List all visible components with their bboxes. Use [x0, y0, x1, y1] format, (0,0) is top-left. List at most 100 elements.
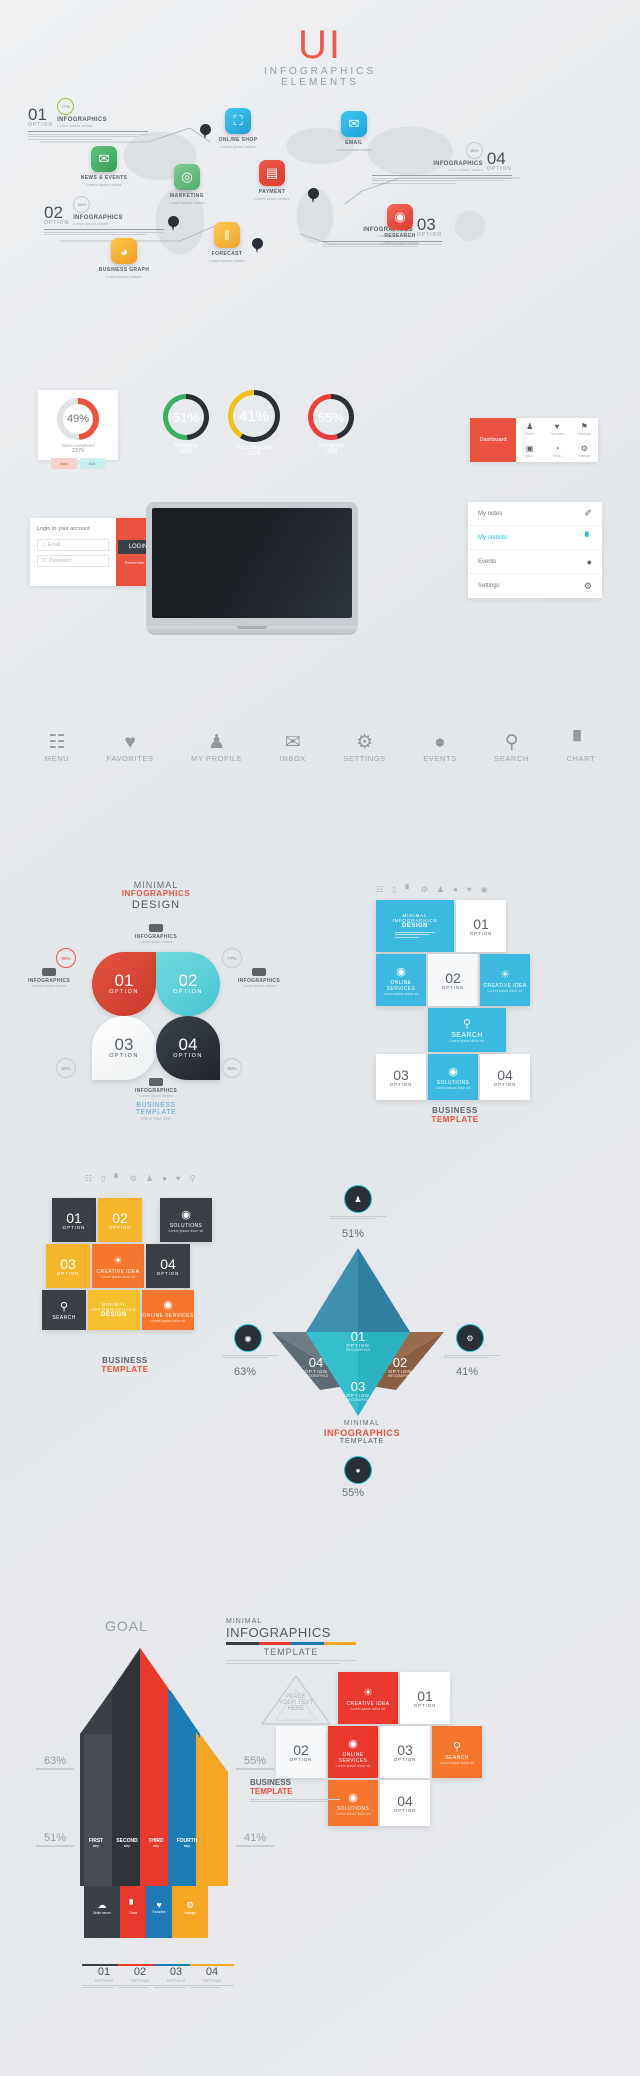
user-icon[interactable]: ♟: [437, 885, 444, 894]
map-icon-marketing[interactable]: ◎ MARKETING Lorem ipsum dolore: [155, 164, 219, 205]
icon-desc: Lorem ipsum dolore: [106, 274, 142, 279]
blue-tile-search[interactable]: ⚲ SEARCH Lorem ipsum dolor sit: [428, 1008, 506, 1052]
music-icon: ◔: [554, 444, 560, 453]
heart-icon[interactable]: ♥: [467, 885, 472, 894]
map-icon-business-graph[interactable]: ◕ BUSINESS GRAPH Lorem ipsum dolore: [92, 238, 156, 279]
clock-icon[interactable]: ◉: [481, 885, 488, 894]
map-icon-research[interactable]: ◉ RESEARCH Lorem ipsum dolore: [368, 204, 432, 245]
tasks-card: 49% Tasks completed 2376 Add Edit: [38, 390, 118, 469]
diamond-badge-left[interactable]: ◉: [234, 1324, 262, 1352]
orange-tile-02[interactable]: 02 OPTION: [276, 1726, 326, 1778]
donut-value: 51%: [168, 399, 204, 435]
tile-label: OPTION: [469, 930, 493, 936]
dashboard-tile-inbox[interactable]: ▣ Inbox: [516, 440, 543, 462]
map-pin[interactable]: [168, 216, 179, 231]
navbar-item-chart[interactable]: ▘ CHART: [567, 733, 596, 764]
map-icon-forecast[interactable]: ‖ FORECAST Lorem ipsum dolore: [195, 222, 259, 263]
pie-chart-icon: ◕: [111, 238, 137, 264]
map-icon-news-events[interactable]: ✉ NEWS & EVENTS Lorem ipsum dolore: [72, 146, 136, 187]
menu-label: Settings: [478, 583, 500, 589]
blue-tile-04[interactable]: 04 OPTION: [480, 1054, 530, 1100]
card-buttons: Add Edit: [38, 458, 118, 469]
map-icon-email[interactable]: ✉ EMAIL Lorem ipsum dolore: [322, 111, 386, 152]
menu-item-my-notes[interactable]: My notes ✐: [468, 502, 602, 526]
navbar-item-search[interactable]: ⚲ SEARCH: [494, 733, 529, 764]
edit-button[interactable]: Edit: [79, 458, 105, 469]
dashboard-tile-music[interactable]: ◔ Music: [543, 440, 570, 462]
target-icon: ◎: [174, 164, 200, 190]
icon-desc: Lorem ipsum dolore: [336, 147, 372, 152]
diamond-badge-right[interactable]: ⚙: [456, 1324, 484, 1352]
tile-desc: Lorem ipsum dolor sit: [350, 1706, 386, 1711]
blue-tile-creative-idea[interactable]: ☀ CREATIVE IDEA Lorem ipsum dolor sit: [480, 954, 530, 1006]
blue-tile-solutions[interactable]: ◉ SOLUTIONS Lorem ipsum dolor sit: [428, 1054, 478, 1100]
grid-menu-icon[interactable]: ☷: [376, 885, 383, 894]
menu-item-events[interactable]: Events ●: [468, 550, 602, 574]
bar-chart-icon[interactable]: ▘: [406, 885, 412, 894]
bulb-icon: ☀: [500, 968, 510, 981]
blue-tile-02[interactable]: 02 OPTION: [428, 954, 478, 1006]
orange-tile-online-services[interactable]: ◉ ONLINE SERVICES Lorem ipsum dolor sit: [328, 1726, 378, 1778]
menu-item-my-statistic[interactable]: My statistic ▘: [468, 526, 602, 550]
navbar-item-inbox[interactable]: ✉ INBOX: [280, 733, 306, 764]
inbox-icon: ▣: [525, 444, 534, 453]
orange-tile-03[interactable]: 03 OPTION: [380, 1726, 430, 1778]
navbar-item-settings[interactable]: ⚙ SETTINGS: [343, 733, 385, 764]
bell-icon: ⚑: [580, 422, 588, 431]
icon-name: ONLINE SHOP: [218, 137, 258, 143]
dashboard-tile-reminder[interactable]: ⚑ Reminder: [571, 418, 598, 440]
diamond-badge-top[interactable]: ♟: [344, 1185, 372, 1213]
dashboard-tile-settings[interactable]: ⚙ Settings: [571, 440, 598, 462]
donut-tasks-completed: 41% Tasks completed 2376: [218, 390, 290, 457]
tile-desc: Lorem ipsum dolor sit: [383, 991, 419, 996]
navbar-item-events[interactable]: ● EVENTS: [423, 733, 457, 764]
tile-number: 03: [397, 1741, 413, 1758]
triangle-footer: BUSINESS TEMPLATE: [250, 1778, 340, 1804]
diamond-pct-bottom: 55%: [342, 1487, 365, 1499]
email-field[interactable]: ▯ Email: [37, 539, 109, 551]
orange-tile-04[interactable]: 04 OPTION: [380, 1780, 430, 1826]
map-pin[interactable]: [308, 188, 319, 203]
blue-tile-03[interactable]: 03 OPTION: [376, 1054, 426, 1100]
map-icon-payment[interactable]: ▤ PAYMENT Lorem ipsum dolore: [240, 160, 304, 201]
point-number: 02: [392, 1355, 408, 1370]
blue-tile-01[interactable]: 01 OPTION: [456, 900, 506, 952]
dashboard-tile-favorites[interactable]: ♥ Favorites: [543, 418, 570, 440]
map-icon-online-shop[interactable]: ⛶ ONLINE SHOP Lorem ipsum dolore: [206, 108, 270, 149]
icon-name: NEWS & EVENTS: [80, 175, 128, 181]
gear-icon[interactable]: ⚙: [421, 885, 428, 894]
add-button[interactable]: Add: [51, 458, 77, 469]
blue-tile-heading[interactable]: MINIMAL INFOGRAPHICS DESIGN: [376, 900, 454, 952]
inbox-icon[interactable]: ▯: [392, 885, 396, 894]
goal-label: GOAL: [105, 1618, 148, 1634]
menu-card: My notes ✐ My statistic ▘ Events ● Settings…: [468, 502, 602, 598]
navbar-item-menu[interactable]: ☷ MENU: [45, 733, 69, 764]
navbar-item-favorites[interactable]: ♥ FAVORITES: [107, 733, 154, 764]
diamond-label-02: 02 OPTION INFOGRAPHICS: [378, 1356, 422, 1378]
navbar-item-my-profile[interactable]: ♟ MY PROFILE: [191, 732, 242, 764]
gear-icon: ⚙: [583, 580, 592, 591]
orange-tile-01[interactable]: 01 OPTION: [400, 1672, 450, 1724]
menu-item-settings[interactable]: Settings ⚙: [468, 574, 602, 598]
map-pin-icon[interactable]: ●: [453, 885, 458, 894]
dashboard-tile-profile[interactable]: ♟ Profile: [516, 418, 543, 440]
laptop-mockup: [146, 502, 358, 635]
password-field[interactable]: ⚿ Password: [37, 555, 109, 567]
orange-tile-creative-idea[interactable]: ☀ CREATIVE IDEA Lorem ipsum dolor sit: [338, 1672, 398, 1724]
icon-name: PAYMENT: [258, 189, 286, 195]
tile-number: 01: [473, 915, 489, 932]
user-icon: ♟: [208, 732, 226, 753]
login-form: Login to your account ▯ Email ⚿ Password L…: [30, 518, 160, 586]
point-number: 01: [350, 1329, 366, 1344]
orange-tile-search[interactable]: ⚲ SEARCH Lorem ipsum dolor sit: [432, 1726, 482, 1778]
diamond-badge-bottom[interactable]: ●: [344, 1456, 372, 1484]
blue-tile-online-services[interactable]: ◉ ONLINE SERVICES Lorem ipsum dolor sit: [376, 954, 426, 1006]
icon-desc: Lorem ipsum dolore: [220, 144, 256, 149]
tile-number: 03: [393, 1066, 409, 1083]
title-line1: INFOGRAPHICS: [263, 66, 377, 77]
diamond-heading: MINIMAL INFOGRAPHICS TEMPLATE: [306, 1420, 418, 1446]
heading-line-1: MINIMAL: [343, 1420, 381, 1427]
dashboard-widget: Dashboard ♟ Profile ♥ Favorites ⚑ Reminder …: [470, 418, 598, 462]
donut-in-progress: 55% In progress 1254: [300, 394, 362, 455]
blue-grid-toolbar: ☷ ▯ ▘ ⚙ ♟ ● ♥ ◉: [376, 885, 488, 894]
